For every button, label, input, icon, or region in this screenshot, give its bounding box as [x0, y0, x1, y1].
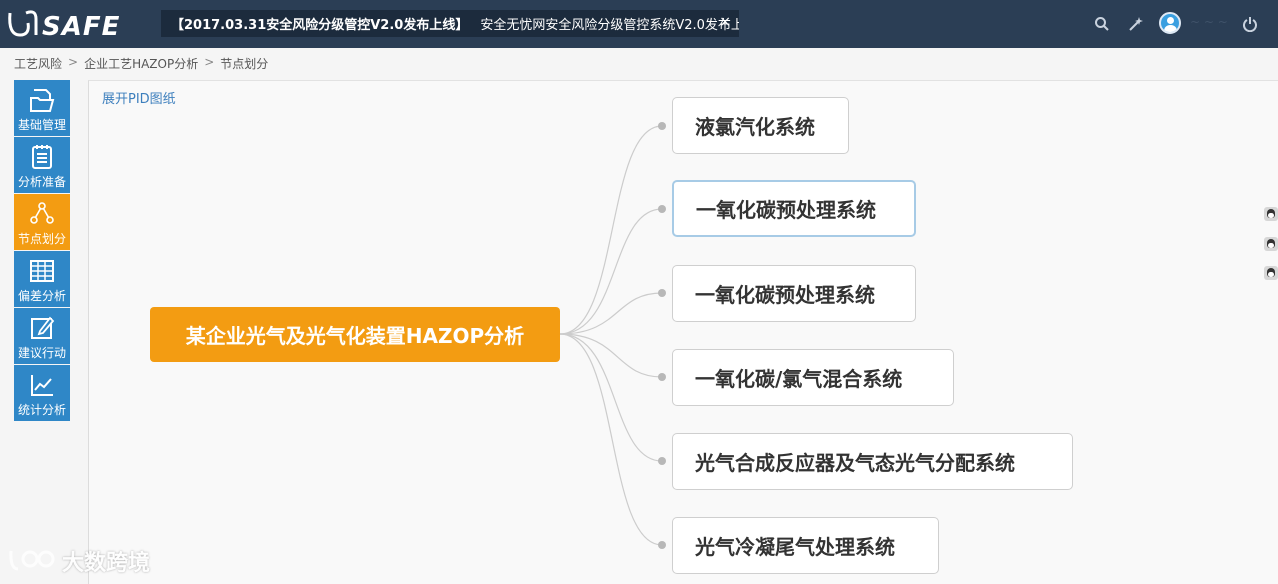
breadcrumb-item[interactable]: 企业工艺HAZOP分析 — [84, 55, 198, 72]
sidebar-item-label: 建议行动 — [17, 346, 66, 360]
sidebar: 基础管理 分析准备 节点划分 偏差分析 建议行动 统计分析 — [14, 80, 70, 422]
qq-chat-icon[interactable] — [1264, 237, 1278, 251]
sidebar-item-statistics[interactable]: 统计分析 — [14, 365, 70, 421]
sidebar-item-analysis-prep[interactable]: 分析准备 — [14, 137, 70, 193]
mindmap-root-node[interactable]: 某企业光气及光气化装置HAZOP分析 — [150, 307, 560, 362]
watermark-logo-icon — [9, 550, 55, 571]
edit-icon — [31, 316, 55, 339]
user-avatar-icon[interactable] — [1159, 12, 1181, 34]
sidebar-item-deviation-analysis[interactable]: 偏差分析 — [14, 251, 70, 307]
svg-text:SAFE: SAFE — [42, 12, 120, 41]
breadcrumb-separator: > — [204, 55, 215, 69]
mindmap-node-selected[interactable]: 一氧化碳预处理系统 — [672, 180, 916, 237]
notice-close-button[interactable]: × — [719, 14, 731, 30]
power-icon[interactable] — [1239, 13, 1261, 35]
sidebar-item-label: 节点划分 — [17, 232, 66, 246]
logo-mark: SAFE — [8, 10, 120, 41]
qq-chat-icon[interactable] — [1264, 207, 1278, 221]
node-graph-icon — [30, 202, 54, 224]
app-logo[interactable]: SAFE — [6, 6, 144, 42]
sidebar-item-label: 偏差分析 — [17, 289, 66, 303]
watermark-text: 大数跨境 — [62, 551, 151, 576]
search-icon[interactable] — [1091, 13, 1113, 35]
sidebar-item-basic-management[interactable]: 基础管理 — [14, 80, 70, 136]
mindmap-node[interactable]: 光气冷凝尾气处理系统 — [672, 517, 939, 574]
top-bar: SAFE 【2017.03.31安全风险分级管控V2.0发布上线】 安全无忧网安… — [0, 0, 1278, 48]
mindmap-node[interactable]: 液氯汽化系统 — [672, 97, 849, 154]
sidebar-item-recommended-actions[interactable]: 建议行动 — [14, 308, 70, 364]
notice-banner: 【2017.03.31安全风险分级管控V2.0发布上线】 安全无忧网安全风险分级… — [161, 10, 739, 37]
notice-text[interactable]: 安全无忧网安全风险分级管控系统V2.0发布上线 — [480, 14, 739, 33]
line-chart-icon — [31, 375, 53, 396]
folder-icon — [30, 89, 55, 112]
mindmap-node[interactable]: 光气合成反应器及气态光气分配系统 — [672, 433, 1073, 490]
sidebar-item-node-division[interactable]: 节点划分 — [14, 194, 70, 250]
breadcrumb-item-current: 节点划分 — [220, 57, 269, 71]
mindmap-node[interactable]: 一氧化碳/氯气混合系统 — [672, 349, 954, 406]
mindmap-node[interactable]: 一氧化碳预处理系统 — [672, 265, 916, 322]
sidebar-item-label: 基础管理 — [17, 118, 66, 132]
magic-wand-icon[interactable] — [1124, 13, 1146, 35]
qq-chat-icon[interactable] — [1264, 266, 1278, 280]
notice-title[interactable]: 【2017.03.31安全风险分级管控V2.0发布上线】 — [171, 14, 468, 33]
watermark: 大数跨境 — [8, 545, 150, 577]
breadcrumb: 工艺风险 > 企业工艺HAZOP分析 > 节点划分 — [14, 55, 268, 72]
breadcrumb-item[interactable]: 工艺风险 — [14, 55, 62, 72]
notepad-icon — [32, 145, 52, 169]
expand-pid-link[interactable]: 展开PID图纸 — [102, 88, 176, 107]
username[interactable]: ~ ~ ~ — [1190, 15, 1228, 29]
breadcrumb-separator: > — [68, 55, 79, 69]
grid-table-icon — [30, 260, 54, 282]
sidebar-item-label: 统计分析 — [17, 403, 66, 417]
sidebar-item-label: 分析准备 — [17, 175, 66, 189]
